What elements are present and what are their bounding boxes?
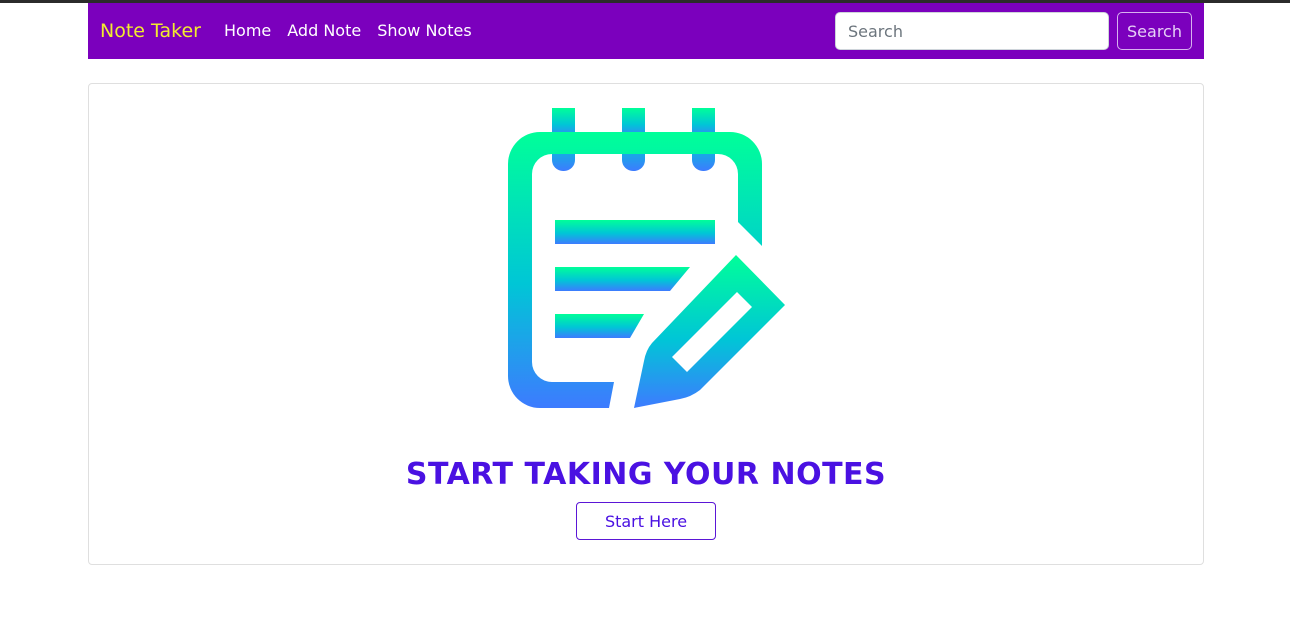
nav-item-add-note: Add Note bbox=[287, 20, 361, 42]
nav-links: Home Add Note Show Notes bbox=[224, 20, 472, 42]
nav-item-show-notes: Show Notes bbox=[377, 20, 471, 42]
nav-link-show-notes[interactable]: Show Notes bbox=[377, 21, 471, 40]
hero-card: START TAKING YOUR NOTES Start Here bbox=[88, 83, 1204, 565]
start-here-button[interactable]: Start Here bbox=[576, 502, 716, 540]
search-input[interactable] bbox=[835, 12, 1109, 50]
nav-link-add-note[interactable]: Add Note bbox=[287, 21, 361, 40]
navbar: Note Taker Home Add Note Show Notes Sear… bbox=[88, 3, 1204, 59]
hero-title: START TAKING YOUR NOTES bbox=[405, 457, 887, 492]
nav-item-home: Home bbox=[224, 20, 271, 42]
notepad-pencil-icon bbox=[508, 108, 785, 408]
nav-link-home[interactable]: Home bbox=[224, 21, 271, 40]
brand-link[interactable]: Note Taker bbox=[100, 18, 201, 44]
search-button[interactable]: Search bbox=[1117, 12, 1192, 50]
